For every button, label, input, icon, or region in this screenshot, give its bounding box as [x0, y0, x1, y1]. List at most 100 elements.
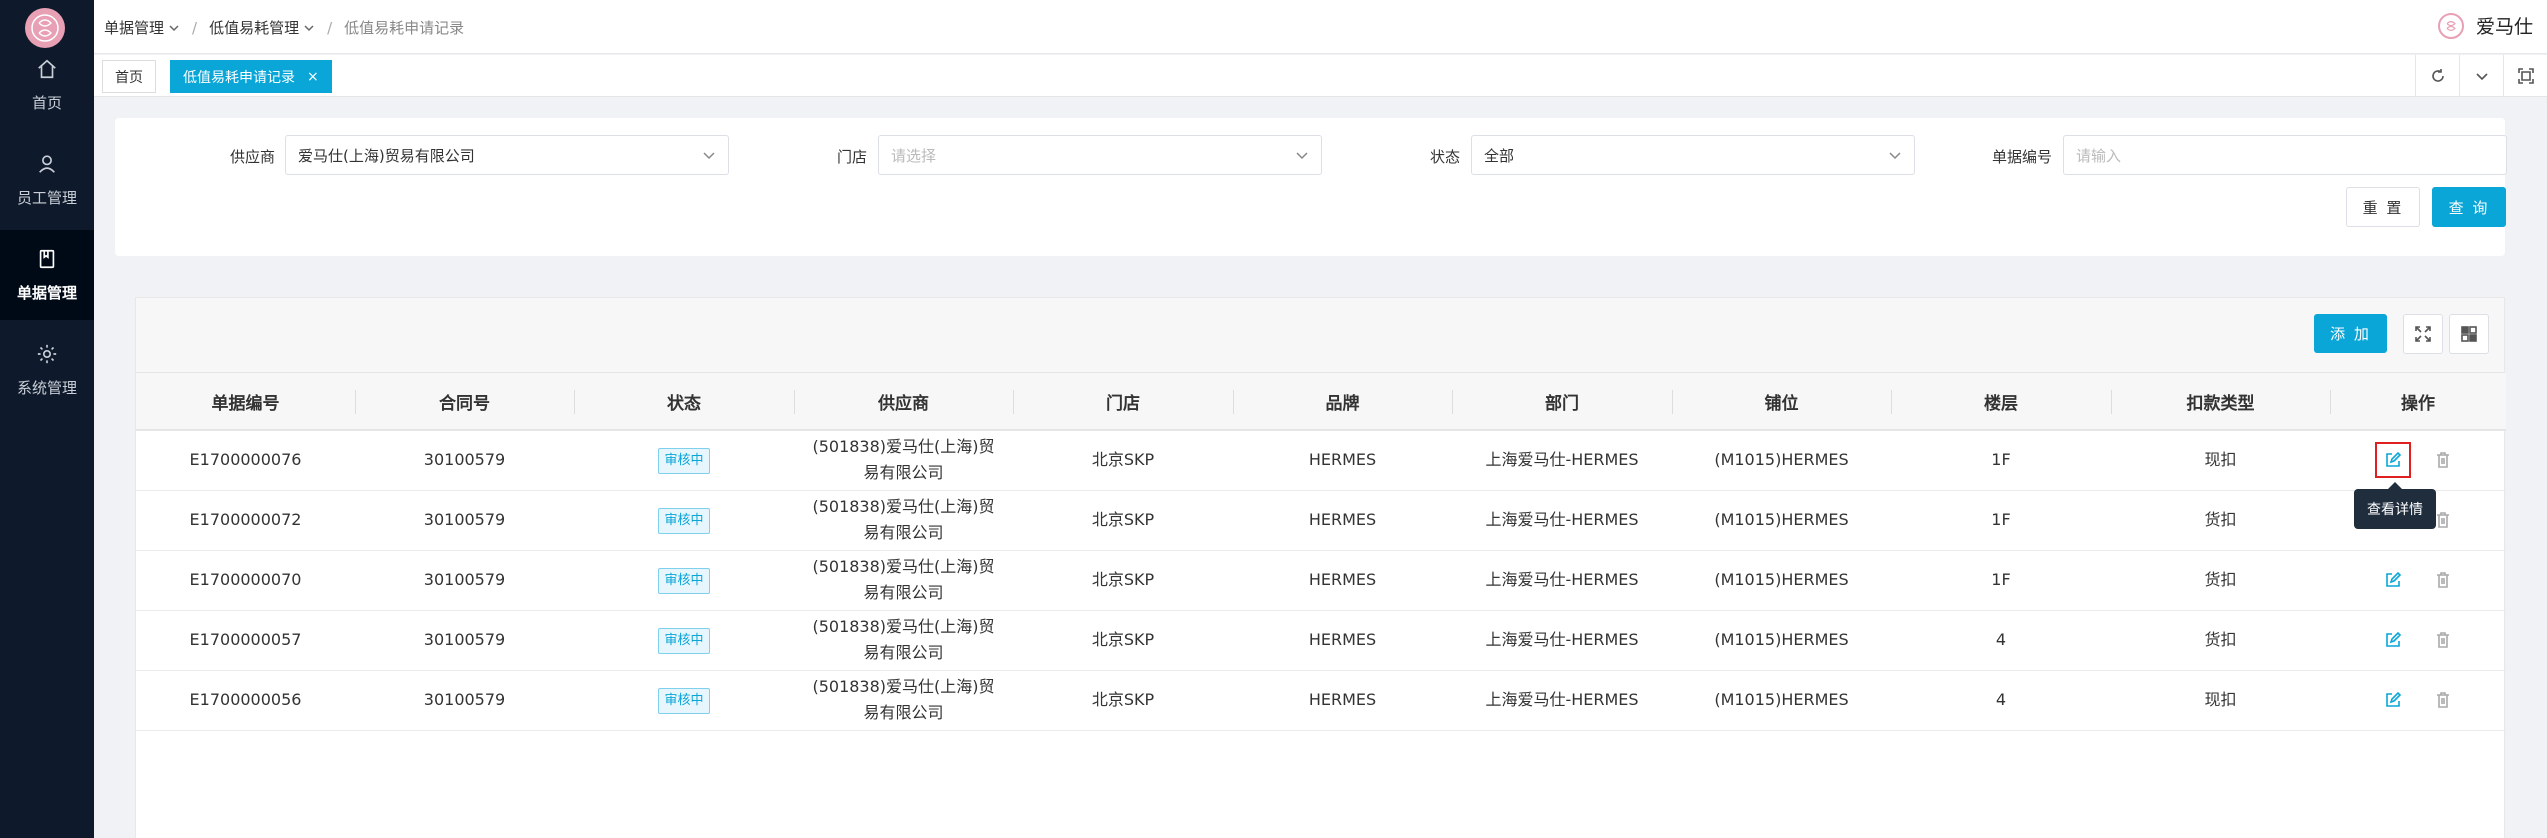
col-header-brand[interactable]: 品牌	[1233, 373, 1452, 431]
view-details-button[interactable]	[2375, 622, 2411, 658]
table-row: E1700000070 30100579 审核中 (501838)爱马仕(上海)…	[136, 550, 2506, 611]
trash-icon	[2437, 692, 2449, 708]
delete-button[interactable]	[2425, 622, 2461, 658]
cell-floor: 4	[1891, 670, 2111, 731]
cell-booth: (M1015)HERMES	[1672, 550, 1891, 611]
avatar	[2437, 12, 2464, 39]
edit-icon	[2386, 452, 2402, 468]
col-header-doc-no[interactable]: 单据编号	[136, 373, 355, 431]
col-header-contract[interactable]: 合同号	[355, 373, 574, 431]
refresh-button[interactable]	[2415, 55, 2459, 97]
cell-supplier: (501838)爱马仕(上海)贸 易有限公司	[794, 490, 1013, 551]
delete-button[interactable]	[2425, 682, 2461, 718]
view-details-button[interactable]	[2375, 682, 2411, 718]
breadcrumb-separator: /	[192, 18, 198, 37]
cell-supplier: (501838)爱马仕(上海)贸 易有限公司	[794, 430, 1013, 491]
cell-doc-no: E1700000072	[136, 490, 355, 551]
tabs-dropdown-button[interactable]	[2459, 55, 2503, 97]
supplier-line-1: (501838)爱马仕(上海)贸	[812, 557, 995, 576]
status-select[interactable]: 全部	[1471, 135, 1915, 175]
tabs-bar: 首页 低值易耗申请记录 ×	[94, 55, 2547, 97]
supplier-line-1: (501838)爱马仕(上海)贸	[812, 437, 995, 457]
supplier-line-2: 易有限公司	[863, 463, 944, 483]
column-settings-button[interactable]	[2449, 314, 2489, 354]
cell-actions	[2330, 610, 2506, 671]
store-select[interactable]: 请选择	[878, 135, 1322, 175]
chevron-down-icon	[703, 152, 715, 160]
col-header-status[interactable]: 状态	[574, 373, 794, 431]
cell-booth: (M1015)HERMES	[1672, 610, 1891, 671]
cell-floor: 1F	[1891, 430, 2111, 491]
user-name: 爱马仕	[2475, 16, 2533, 38]
cell-booth: (M1015)HERMES	[1672, 670, 1891, 731]
table-toolbar: 添 加	[136, 298, 2504, 373]
user-menu[interactable]: 爱马仕	[2437, 12, 2533, 39]
col-header-store[interactable]: 门店	[1013, 373, 1233, 431]
trash-icon	[2437, 512, 2449, 528]
reset-button[interactable]: 重 置	[2346, 187, 2420, 227]
cell-contract: 30100579	[355, 430, 574, 491]
user-icon	[39, 154, 55, 173]
cell-deduct-type: 现扣	[2111, 670, 2330, 731]
cell-booth: (M1015)HERMES	[1672, 430, 1891, 491]
col-header-floor[interactable]: 楼层	[1891, 373, 2111, 431]
expand-button[interactable]	[2403, 314, 2443, 354]
delete-button[interactable]	[2425, 562, 2461, 598]
tab-home[interactable]: 首页	[102, 60, 156, 93]
document-icon	[39, 249, 55, 268]
breadcrumb-label: 低值易耗管理	[209, 19, 300, 37]
sidebar-item-label: 系统管理	[16, 378, 77, 397]
cell-doc-no: E1700000070	[136, 550, 355, 611]
cell-status: 审核中	[574, 670, 794, 731]
sidebar-item-documents[interactable]: 单据管理	[0, 230, 94, 320]
cell-dept: 上海爱马仕-HERMES	[1452, 610, 1672, 671]
cell-deduct-type: 现扣	[2111, 430, 2330, 491]
table-row: E1700000072 30100579 审核中 (501838)爱马仕(上海)…	[136, 490, 2506, 551]
home-icon	[38, 59, 56, 78]
add-button[interactable]: 添 加	[2314, 314, 2387, 353]
breadcrumb-item-documents[interactable]: 单据管理	[104, 17, 180, 38]
close-icon[interactable]: ×	[307, 69, 319, 85]
cell-contract: 30100579	[355, 550, 574, 611]
col-header-dept[interactable]: 部门	[1452, 373, 1672, 431]
sidebar-item-system[interactable]: 系统管理	[0, 325, 94, 415]
table-row: E1700000056 30100579 审核中 (501838)爱马仕(上海)…	[136, 670, 2506, 731]
view-details-button[interactable]	[2375, 442, 2411, 479]
breadcrumb-item-consumables[interactable]: 低值易耗管理	[209, 17, 315, 38]
status-badge: 审核中	[658, 568, 710, 594]
status-badge: 审核中	[658, 448, 710, 475]
col-header-booth[interactable]: 铺位	[1672, 373, 1891, 431]
supplier-value: 爱马仕(上海)贸易有限公司	[298, 146, 475, 165]
tab-consumables-records[interactable]: 低值易耗申请记录 ×	[170, 60, 332, 93]
fullscreen-icon	[2517, 68, 2534, 84]
cell-doc-no: E1700000076	[136, 430, 355, 491]
records-table: 单据编号 合同号 状态 供应商 门店 品牌 部门 铺位 楼层 扣款类型 操作 E…	[136, 373, 2506, 731]
edit-icon	[2386, 691, 2402, 707]
breadcrumb-label: 单据管理	[104, 19, 165, 37]
sidebar-item-staff[interactable]: 员工管理	[0, 135, 94, 225]
cell-floor: 1F	[1891, 490, 2111, 551]
search-button[interactable]: 查 询	[2432, 187, 2506, 227]
fullscreen-button[interactable]	[2503, 55, 2547, 97]
filter-panel: 供应商 爱马仕(上海)贸易有限公司 门店 请选择 状态 全部 单据编号 请输入 …	[115, 118, 2507, 256]
supplier-select[interactable]: 爱马仕(上海)贸易有限公司	[285, 135, 729, 175]
delete-button[interactable]	[2425, 442, 2461, 478]
col-header-deduct-type[interactable]: 扣款类型	[2111, 373, 2330, 431]
cell-supplier: (501838)爱马仕(上海)贸 易有限公司	[794, 550, 1013, 611]
chevron-down-icon	[1296, 152, 1308, 160]
view-details-button[interactable]	[2375, 562, 2411, 598]
cell-doc-no: E1700000056	[136, 670, 355, 731]
doc-no-input[interactable]: 请输入	[2063, 135, 2507, 175]
status-badge: 审核中	[658, 628, 710, 654]
status-value: 全部	[1484, 146, 1515, 165]
cell-store: 北京SKP	[1013, 490, 1233, 551]
supplier-line-1: (501838)爱马仕(上海)贸	[812, 617, 995, 636]
sidebar-item-home[interactable]: 首页	[0, 40, 94, 130]
col-header-supplier[interactable]: 供应商	[794, 373, 1013, 431]
cell-deduct-type: 货扣	[2111, 550, 2330, 611]
expand-icon	[2415, 326, 2431, 342]
status-badge: 审核中	[658, 508, 710, 534]
sidebar-item-label: 首页	[31, 93, 62, 112]
cell-dept: 上海爱马仕-HERMES	[1452, 670, 1672, 731]
cell-dept: 上海爱马仕-HERMES	[1452, 550, 1672, 611]
